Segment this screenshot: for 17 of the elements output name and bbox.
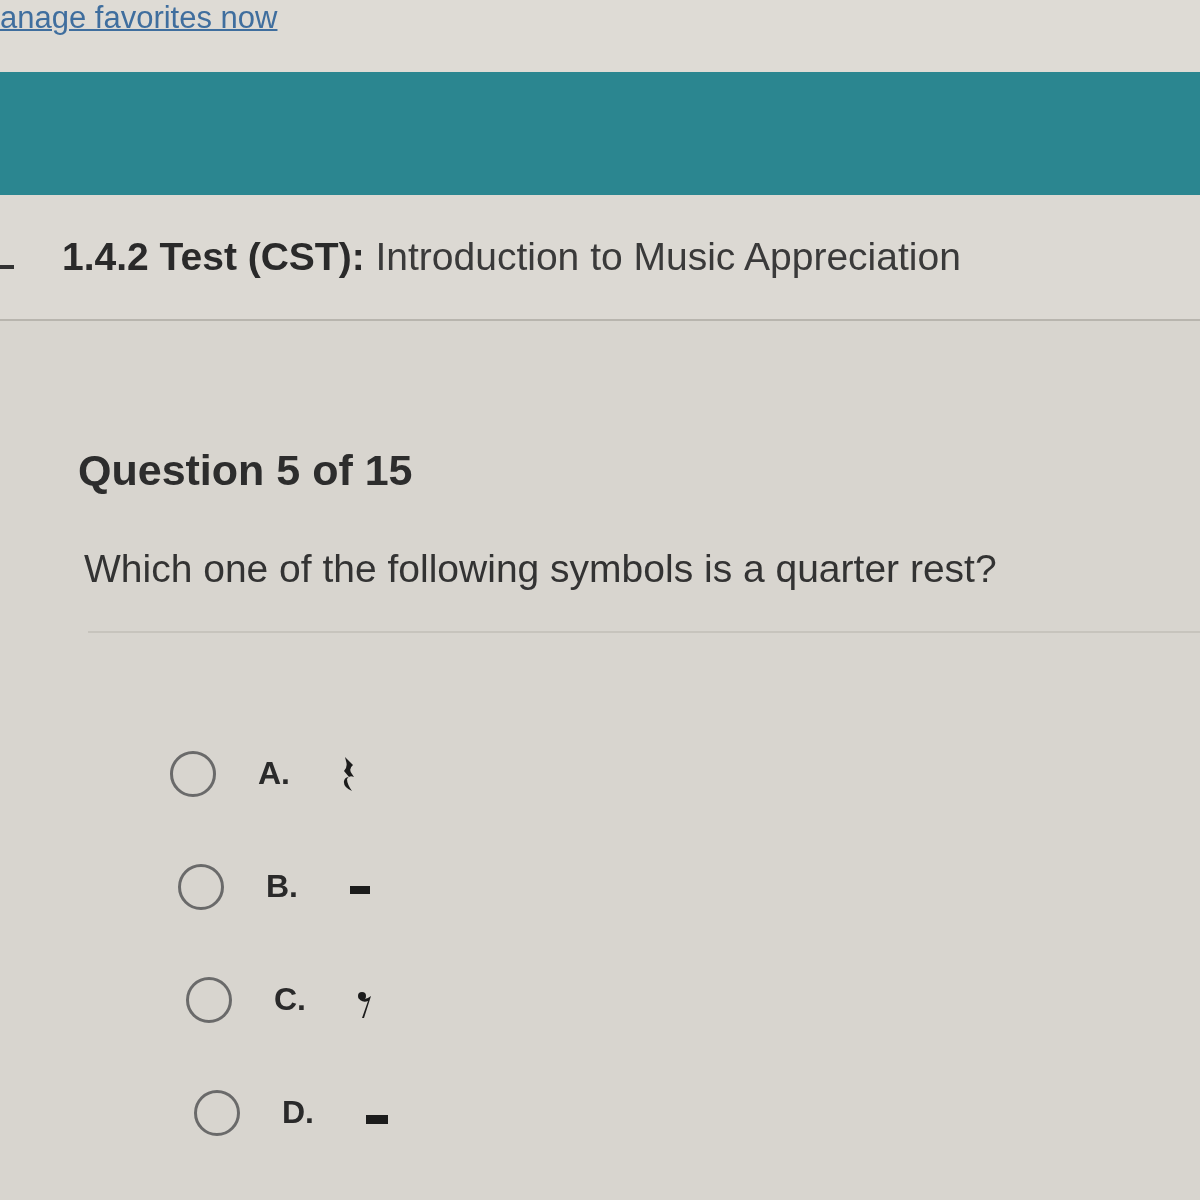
minus-icon: [0, 265, 14, 269]
radio-button[interactable]: [178, 863, 224, 910]
option-letter: B.: [266, 868, 298, 905]
eighth-rest-icon: [358, 991, 372, 1018]
radio-button[interactable]: [170, 750, 216, 797]
whole-rest-icon: [366, 1115, 388, 1124]
quarter-rest-icon: [342, 756, 356, 791]
manage-favorites-link[interactable]: anage favorites now: [0, 0, 278, 36]
option-letter: D.: [282, 1094, 314, 1131]
radio-button[interactable]: [186, 976, 232, 1023]
option-letter: A.: [258, 755, 290, 792]
option-letter: C.: [274, 981, 306, 1018]
radio-button[interactable]: [194, 1089, 240, 1136]
question-text: Which one of the following symbols is a quarter rest?: [84, 546, 997, 592]
question-number: Question 5 of 15: [78, 445, 413, 495]
half-rest-icon: [350, 885, 370, 894]
test-title: 1.4.2 Test (CST): Introduction to Music Appreciation: [62, 235, 961, 279]
